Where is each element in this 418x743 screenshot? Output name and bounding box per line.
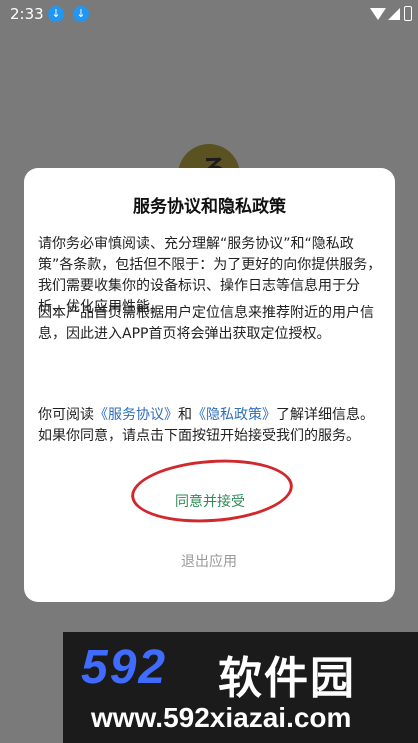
service-agreement-link[interactable]: 《服务协议》 (94, 407, 178, 423)
download-icon: ↓ (48, 6, 64, 22)
status-time: 2:33 (10, 5, 44, 23)
dialog-paragraph-3: 你可阅读《服务协议》和《隐私政策》了解详细信息。如果你同意，请点击下面按钮开始接… (38, 405, 384, 447)
dialog-paragraph-2: 因本产品首页需根据用户定位信息来推荐附近的用户信息，因此进入APP首页将会弹出获… (38, 305, 374, 342)
privacy-dialog: 服务协议和隐私政策 请你务必审慎阅读、充分理解“服务协议”和“隐私政策”各条款，… (24, 168, 395, 602)
privacy-policy-link[interactable]: 《隐私政策》 (192, 407, 276, 423)
signal-icon (388, 8, 400, 20)
agree-button[interactable]: 同意并接受 (100, 481, 320, 523)
paragraph-3-prefix: 你可阅读 (38, 407, 94, 423)
watermark-number: 592 (81, 641, 168, 694)
paragraph-3-and: 和 (178, 407, 192, 423)
battery-icon (404, 6, 412, 21)
watermark: 592 软件园 www.592xiazai.com (63, 632, 418, 743)
exit-app-button[interactable]: 退出应用 (134, 545, 284, 579)
download-icon: ↓ (73, 6, 89, 22)
watermark-url: www.592xiazai.com (91, 702, 352, 733)
watermark-brand: 软件园 (218, 653, 356, 704)
wifi-icon (370, 8, 386, 20)
dialog-title: 服务协议和隐私政策 (133, 197, 286, 217)
status-bar: 2:33 ↓ ↓ (0, 0, 418, 28)
